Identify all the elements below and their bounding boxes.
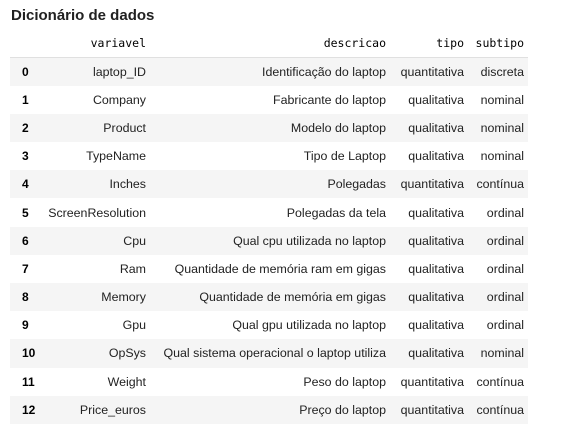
cell-descricao: Identificação do laptop <box>262 64 386 79</box>
cell-tipo: quantitativa <box>400 402 464 417</box>
cell-variavel: Gpu <box>122 318 146 333</box>
cell-tipo: qualitativa <box>408 92 464 107</box>
table-row: 12 Price_euros Preço do laptop quantitativa… <box>10 395 528 424</box>
cell-tipo: qualitativa <box>408 346 464 361</box>
cell-variavel: Company <box>92 92 146 107</box>
cell-descricao: Polegadas <box>327 177 386 192</box>
row-index: 12 <box>22 402 36 417</box>
cell-subtipo: contínua <box>476 402 524 417</box>
cell-variavel: laptop_ID <box>92 64 146 79</box>
cell-variavel: Ram <box>119 261 146 276</box>
cell-subtipo: contínua <box>476 374 524 389</box>
cell-variavel: Cpu <box>123 233 146 248</box>
cell-subtipo: ordinal <box>486 233 524 248</box>
column-header-tipo: tipo <box>390 29 468 58</box>
cell-descricao: Preço do laptop <box>299 402 386 417</box>
table-row: 3 TypeName Tipo de Laptop qualitativa nomina… <box>10 142 528 170</box>
table-row: 0 laptop_ID Identificação do laptop quantit… <box>10 57 528 86</box>
cell-descricao: Polegadas da tela <box>286 205 386 220</box>
cell-descricao: Fabricante do laptop <box>273 92 386 107</box>
table-header-row: variavel descricao tipo subtipo <box>10 29 528 58</box>
cell-variavel: Memory <box>101 290 146 305</box>
cell-descricao: Quantidade de memória ram em gigas <box>174 261 386 276</box>
cell-descricao: Modelo do laptop <box>290 120 386 135</box>
cell-subtipo: contínua <box>476 177 524 192</box>
cell-subtipo: ordinal <box>486 290 524 305</box>
cell-descricao: Tipo de Laptop <box>303 149 386 164</box>
cell-variavel: Weight <box>107 374 146 389</box>
data-dictionary-table: variavel descricao tipo subtipo 0 laptop_… <box>10 29 528 424</box>
row-index: 11 <box>22 374 35 389</box>
table-row: 11 Weight Peso do laptop quantitativa contín… <box>10 368 528 396</box>
column-header-index <box>10 29 44 58</box>
row-index: 10 <box>22 346 36 361</box>
cell-tipo: quantitativa <box>400 64 464 79</box>
row-index: 9 <box>22 318 29 333</box>
cell-tipo: quantitativa <box>400 177 464 192</box>
table-row: 6 Cpu Qual cpu utilizada no laptop qualitat… <box>10 226 528 255</box>
cell-tipo: qualitativa <box>408 120 464 135</box>
cell-variavel: OpSys <box>108 346 146 361</box>
cell-variavel: ScreenResolution <box>48 205 146 220</box>
row-index: 0 <box>22 64 29 79</box>
table-row: 2 Product Modelo do laptop qualitativa nomin… <box>10 113 528 143</box>
row-index: 4 <box>22 177 29 192</box>
cell-variavel: Product <box>103 120 146 135</box>
cell-tipo: qualitativa <box>408 318 464 333</box>
row-index: 8 <box>22 290 29 305</box>
cell-subtipo: nominal <box>480 346 524 361</box>
cell-subtipo: ordinal <box>486 205 524 220</box>
table-row: 1 Company Fabricante do laptop qualitativa n… <box>10 86 528 114</box>
cell-subtipo: discreta <box>480 64 524 79</box>
row-index: 3 <box>22 149 29 164</box>
cell-descricao: Quantidade de memória em gigas <box>199 290 386 305</box>
row-index: 6 <box>22 233 29 248</box>
column-header-subtipo: subtipo <box>468 29 528 58</box>
cell-subtipo: ordinal <box>486 318 524 333</box>
table-row: 9 Gpu Qual gpu utilizada no laptop qualitat… <box>10 311 528 339</box>
row-index: 1 <box>22 92 29 107</box>
cell-tipo: quantitativa <box>400 374 464 389</box>
row-index: 5 <box>22 205 29 220</box>
cell-tipo: qualitativa <box>408 290 464 305</box>
table-row: 5 ScreenResolution Polegadas da tela qualit… <box>10 198 528 226</box>
cell-subtipo: nominal <box>480 120 524 135</box>
column-header-variavel: variavel <box>44 29 150 58</box>
table-body: 0 laptop_ID Identificação do laptop quantit… <box>10 57 528 424</box>
cell-subtipo: nominal <box>480 92 524 107</box>
row-index: 2 <box>22 120 29 135</box>
table-row: 8 Memory Quantidade de memória em gigas qua… <box>10 283 528 312</box>
cell-descricao: Qual gpu utilizada no laptop <box>232 318 386 333</box>
cell-tipo: qualitativa <box>408 261 464 276</box>
table-title: Dicionário de dados <box>11 7 155 24</box>
cell-variavel: Price_euros <box>79 402 146 417</box>
cell-subtipo: nominal <box>480 149 524 164</box>
cell-subtipo: ordinal <box>486 261 524 276</box>
cell-descricao: Qual cpu utilizada no laptop <box>233 233 386 248</box>
cell-descricao: Peso do laptop <box>303 374 386 389</box>
table-row: 10 OpSys Qual sistema operacional o laptop… <box>10 339 528 368</box>
table-row: 7 Ram Quantidade de memória ram em gigas qu… <box>10 255 528 283</box>
column-header-descricao: descricao <box>150 29 390 58</box>
cell-tipo: qualitativa <box>408 149 464 164</box>
cell-variavel: Inches <box>109 177 146 192</box>
cell-descricao: Qual sistema operacional o laptop utiliz… <box>163 346 386 361</box>
cell-variavel: TypeName <box>86 149 146 164</box>
cell-tipo: qualitativa <box>408 233 464 248</box>
cell-tipo: qualitativa <box>408 205 464 220</box>
row-index: 7 <box>22 261 29 276</box>
table-row: 4 Inches Polegadas quantitativa contínua <box>10 170 528 199</box>
